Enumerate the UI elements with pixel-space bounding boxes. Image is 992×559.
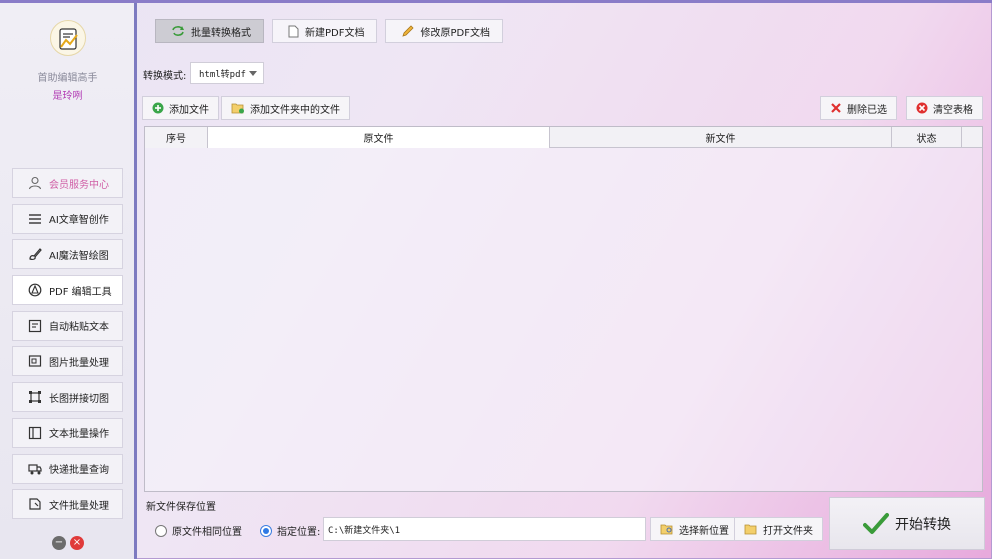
crop-icon: [28, 390, 42, 404]
start-convert-button[interactable]: 开始转换: [829, 497, 985, 550]
sidebar-item-label: PDF 编辑工具: [49, 286, 112, 298]
radio-same-location[interactable]: 原文件相同位置: [155, 523, 242, 538]
delete-selected-label: 删除已选: [847, 104, 887, 116]
choose-location-label: 选择新位置: [679, 525, 729, 537]
title-bar-strip: [0, 0, 992, 3]
sidebar-item-label: AI魔法智绘图: [49, 250, 109, 262]
sidebar-item-ai-article[interactable]: AI文章智创作: [12, 203, 123, 234]
minimize-icon[interactable]: −: [52, 536, 66, 550]
tab-batch-convert[interactable]: 批量转换格式: [155, 19, 264, 43]
convert-icon: [171, 25, 185, 37]
folder-add-icon: [231, 102, 245, 114]
checkmark-icon: [863, 512, 889, 536]
add-folder-label: 添加文件夹中的文件: [250, 104, 340, 116]
sidebar-item-pdf[interactable]: PDF 编辑工具: [12, 275, 123, 306]
folder-icon: [744, 523, 758, 535]
sidebar-item-label: 会员服务中心: [49, 179, 109, 191]
mode-select[interactable]: html转pdf: [190, 62, 264, 84]
app-title: 首助编辑高手: [37, 73, 98, 84]
sidebar-item-text[interactable]: 文本批量操作: [12, 417, 123, 448]
folder-search-icon: [660, 523, 674, 535]
add-icon: [152, 102, 164, 114]
radio-label: 原文件相同位置: [172, 527, 242, 538]
add-file-label: 添加文件: [169, 104, 209, 116]
delete-selected-button[interactable]: 删除已选: [820, 96, 897, 120]
paste-icon: [28, 319, 42, 333]
tab-new-pdf[interactable]: 新建PDF文档: [272, 19, 378, 43]
column-header-index[interactable]: 序号: [145, 127, 208, 148]
table-header: 序号 原文件 新文件 状态: [145, 127, 982, 148]
sidebar-nav: 会员服务中心 AI文章智创作 AI魔法智绘图 PDF 编辑工具 自动粘贴文本 图…: [12, 168, 123, 525]
sidebar-item-ai-draw[interactable]: AI魔法智绘图: [12, 239, 123, 270]
save-path-value: C:\新建文件夹\1: [328, 525, 401, 536]
text-icon: [28, 426, 42, 440]
tab-label: 批量转换格式: [191, 27, 251, 39]
close-icon[interactable]: ×: [70, 536, 84, 550]
mode-value: html转pdf: [199, 69, 246, 80]
save-path-input[interactable]: C:\新建文件夹\1: [323, 517, 646, 541]
sidebar-item-member[interactable]: 会员服务中心: [12, 168, 123, 198]
sidebar-item-label: 文本批量操作: [49, 429, 109, 441]
file-icon: [28, 497, 42, 511]
radio-circle[interactable]: [155, 524, 167, 537]
sidebar-item-label: AI文章智创作: [49, 215, 109, 227]
doc-icon: [288, 25, 299, 38]
radio-label: 指定位置:: [277, 527, 321, 538]
tab-edit-pdf[interactable]: 修改原PDF文档: [385, 19, 503, 43]
sidebar-item-label: 文件批量处理: [49, 500, 109, 512]
add-folder-button[interactable]: 添加文件夹中的文件: [221, 96, 350, 120]
sidebar-item-label: 图片批量处理: [49, 357, 109, 369]
sidebar-item-label: 长图拼接切图: [49, 393, 109, 405]
save-location-title: 新文件保存位置: [146, 502, 216, 513]
sidebar-item-paste[interactable]: 自动粘贴文本: [12, 310, 123, 341]
clear-icon: [916, 102, 928, 114]
column-header-status[interactable]: 状态: [892, 127, 962, 148]
open-folder-button[interactable]: 打开文件夹: [734, 517, 823, 541]
tab-label: 新建PDF文档: [305, 27, 365, 39]
sidebar-item-long-image[interactable]: 长图拼接切图: [12, 382, 123, 413]
clear-table-label: 清空表格: [933, 104, 973, 116]
image-icon: [28, 354, 42, 368]
window-controls: − ×: [52, 536, 84, 550]
file-table[interactable]: 序号 原文件 新文件 状态: [144, 126, 983, 492]
brush-icon: [28, 247, 42, 261]
column-header-spacer: [962, 127, 982, 148]
radio-custom-location[interactable]: 指定位置:: [260, 523, 320, 538]
user-icon: [28, 176, 42, 190]
mode-label: 转换模式:: [143, 71, 187, 82]
pencil-icon: [401, 24, 415, 38]
lines-icon: [28, 212, 42, 226]
sidebar-item-express[interactable]: 快递批量查询: [12, 453, 123, 484]
sidebar-item-image[interactable]: 图片批量处理: [12, 346, 123, 377]
open-folder-label: 打开文件夹: [763, 525, 813, 537]
sidebar: 首助编辑高手 是玲咧 会员服务中心 AI文章智创作 AI魔法智绘图 PDF 编辑…: [0, 3, 137, 559]
pdf-icon: [28, 283, 42, 297]
column-header-target[interactable]: 新文件: [550, 127, 892, 148]
truck-icon: [28, 462, 42, 476]
sidebar-item-label: 自动粘贴文本: [49, 322, 109, 334]
mode-tabs: 批量转换格式 新建PDF文档 修改原PDF文档: [155, 19, 503, 43]
column-header-source[interactable]: 原文件: [208, 127, 550, 148]
app-logo-icon: [50, 20, 86, 56]
choose-location-button[interactable]: 选择新位置: [650, 517, 739, 541]
sidebar-item-label: 快递批量查询: [49, 465, 109, 476]
start-convert-label: 开始转换: [895, 516, 951, 533]
app-username[interactable]: 是玲咧: [0, 87, 135, 102]
radio-circle-selected[interactable]: [260, 524, 272, 537]
clear-table-button[interactable]: 清空表格: [906, 96, 983, 120]
add-file-button[interactable]: 添加文件: [142, 96, 219, 120]
tab-label: 修改原PDF文档: [420, 27, 490, 39]
chevron-down-icon: [249, 71, 257, 76]
sidebar-item-file[interactable]: 文件批量处理: [12, 489, 123, 520]
delete-icon: [830, 102, 842, 114]
